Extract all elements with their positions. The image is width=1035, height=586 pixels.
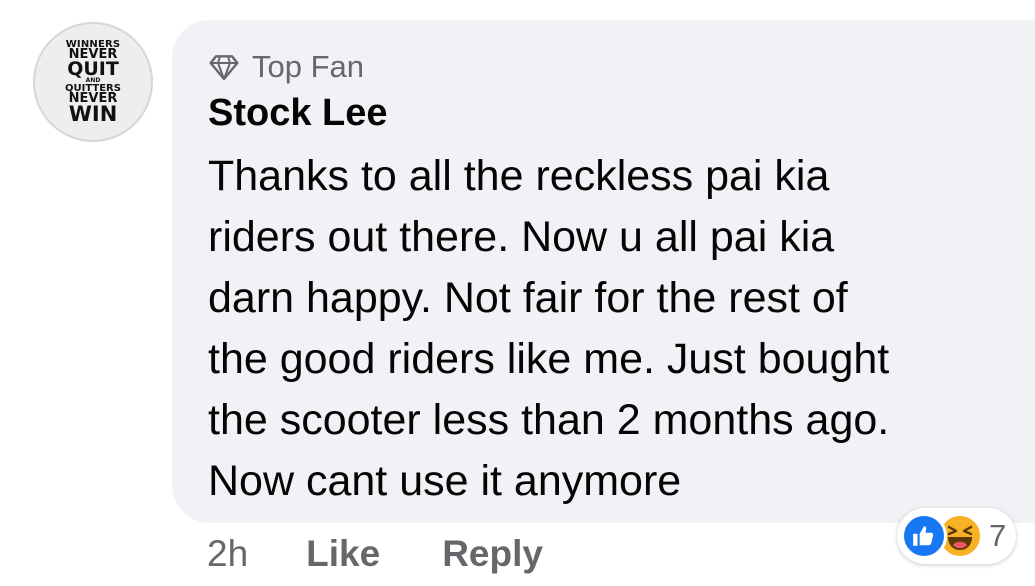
- comment-text: Thanks to all the reckless pai kia rider…: [208, 152, 890, 505]
- top-fan-label: Top Fan: [252, 49, 365, 84]
- timestamp[interactable]: 2h: [207, 533, 248, 575]
- comment-actions: 2h Like Reply: [207, 528, 543, 580]
- diamond-icon: [209, 55, 239, 81]
- avatar[interactable]: WINNERS NEVER QUIT AND QUITTERS NEVER WI…: [33, 22, 153, 142]
- like-icon: [901, 513, 947, 559]
- avatar-text-line: QUIT: [67, 57, 119, 80]
- reactions-summary[interactable]: 7: [897, 508, 1017, 564]
- like-button[interactable]: Like: [306, 533, 380, 575]
- comment: WINNERS NEVER QUIT AND QUITTERS NEVER WI…: [0, 0, 1035, 586]
- reaction-count: 7: [989, 518, 1007, 553]
- top-fan-badge: Top Fan: [208, 46, 1035, 88]
- comment-bubble: Top Fan Stock Lee Thanks to all the reck…: [172, 20, 1035, 523]
- avatar-text-line: WIN: [68, 101, 118, 126]
- author-name[interactable]: Stock Lee: [208, 90, 1035, 136]
- reply-button[interactable]: Reply: [442, 533, 543, 575]
